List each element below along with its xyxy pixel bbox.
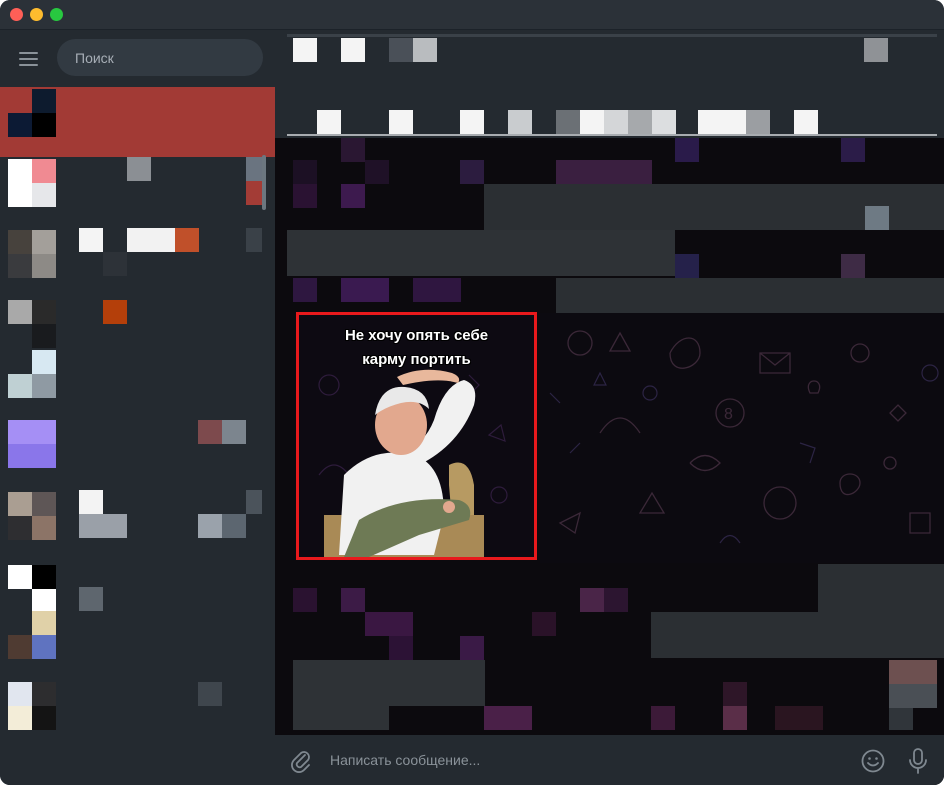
avatar [8, 492, 56, 540]
chat-list-item[interactable] [0, 418, 275, 488]
maximize-window-button[interactable] [50, 8, 63, 21]
avatar [8, 230, 56, 278]
message-input[interactable] [325, 745, 855, 775]
chat-list-item[interactable] [0, 228, 275, 298]
search-input[interactable] [57, 39, 263, 76]
avatar [8, 159, 56, 207]
microphone-icon[interactable] [905, 747, 931, 775]
chat-panel: 8 Не хочу опять себе карму портить Напис… [275, 30, 944, 785]
avatar [8, 420, 56, 468]
sticker-caption-line: Не хочу опять себе [344, 327, 489, 344]
app-window: 8 [0, 0, 944, 785]
attach-icon[interactable] [289, 749, 313, 773]
avatar [8, 89, 56, 137]
chat-header [275, 30, 944, 138]
message-composer [275, 735, 944, 785]
sticker-caption: Не хочу опять себе карму портить [299, 324, 534, 372]
title-bar [0, 0, 944, 30]
avatar [8, 350, 56, 398]
close-window-button[interactable] [10, 8, 23, 21]
search-box[interactable] [57, 39, 263, 76]
chat-list-item[interactable] [0, 680, 275, 750]
chat-list-sidebar [0, 30, 275, 785]
sticker-caption-line: карму портить [362, 351, 471, 368]
minimize-window-button[interactable] [30, 8, 43, 21]
chat-list-item[interactable] [0, 348, 275, 418]
menu-icon[interactable] [10, 44, 48, 74]
wallpaper-pattern: 8 [540, 313, 944, 563]
chat-list-item[interactable] [0, 563, 275, 659]
emoji-icon[interactable] [860, 748, 886, 774]
sidebar-scrollbar[interactable] [262, 155, 266, 210]
chat-list-item[interactable] [0, 157, 275, 227]
svg-text:8: 8 [724, 406, 733, 423]
avatar [8, 565, 56, 613]
avatar [8, 682, 56, 730]
message-area: 8 Не хочу опять себе карму портить [275, 138, 944, 735]
chat-list-item[interactable] [0, 490, 275, 560]
avatar [8, 300, 56, 348]
sticker-message[interactable]: Не хочу опять себе карму портить [296, 312, 537, 560]
chat-list-item[interactable] [0, 87, 275, 157]
